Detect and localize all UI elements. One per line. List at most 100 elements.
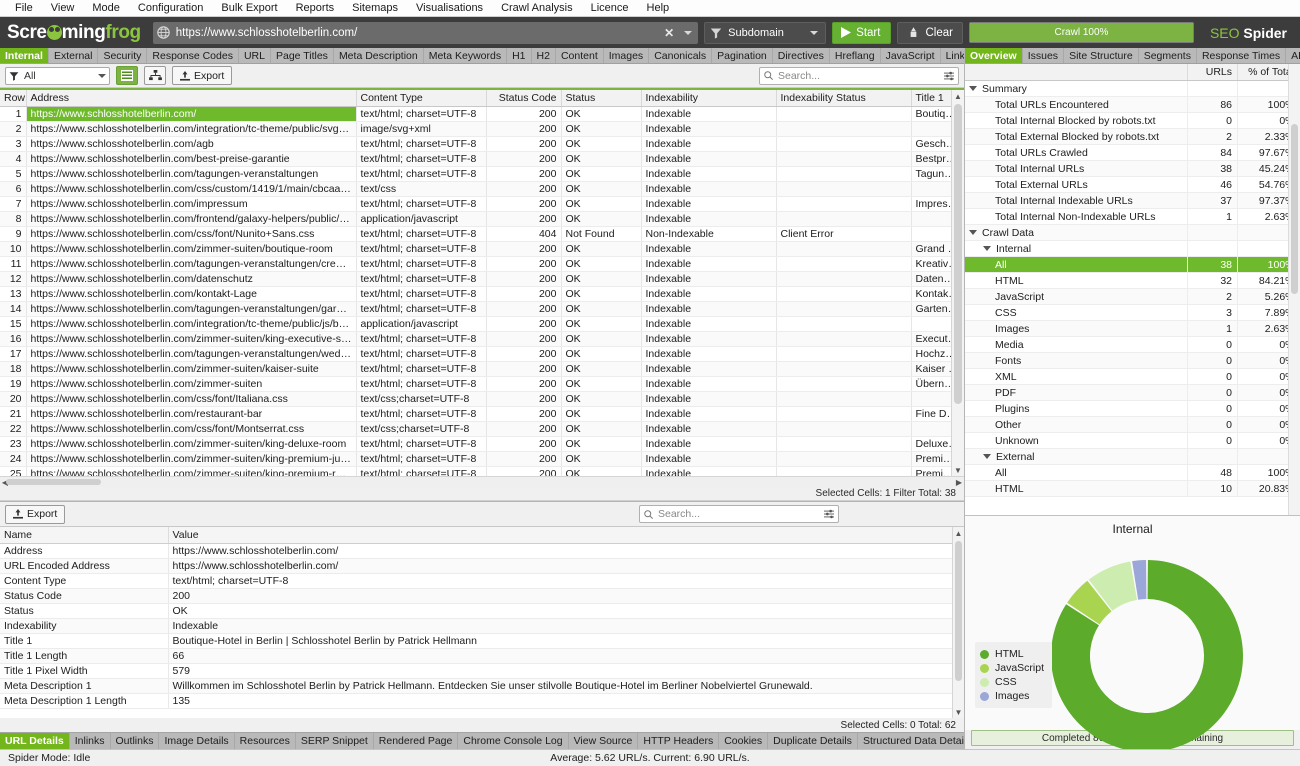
cell-row[interactable]: 7 (0, 196, 27, 212)
table-row[interactable]: 3 https://www.schlosshotelberlin.com/agb t… (0, 136, 964, 152)
overview-row[interactable]: PDF 0 0% (965, 384, 1300, 401)
cell-row[interactable]: 21 (0, 406, 27, 422)
tree-view-button[interactable] (144, 66, 166, 85)
table-row[interactable]: 18 https://www.schlosshotelberlin.com/zim… (0, 361, 964, 377)
detail-header-row[interactable]: Name Value (0, 527, 964, 544)
cell-address[interactable]: https://www.schlosshotelberlin.com/best-… (26, 151, 357, 167)
cell-indexability[interactable]: Indexable (641, 466, 777, 476)
cell-row[interactable]: 4 (0, 151, 27, 167)
detail-name-cell[interactable]: URL Encoded Address (0, 558, 169, 574)
cell-status-code[interactable]: 200 (486, 211, 562, 227)
column-header-indexability-status[interactable]: Indexability Status (776, 90, 912, 107)
cell-content-type[interactable]: text/html; charset=UTF-8 (356, 136, 487, 152)
cell-status-code[interactable]: 200 (486, 316, 562, 332)
cell-row[interactable]: 23 (0, 436, 27, 452)
cell-content-type[interactable]: application/javascript (356, 211, 487, 227)
table-row[interactable]: 24 https://www.schlosshotelberlin.com/zim… (0, 451, 964, 467)
cell-content-type[interactable]: text/html; charset=UTF-8 (356, 106, 487, 122)
cell-content-type[interactable]: text/html; charset=UTF-8 (356, 376, 487, 392)
cell-indexability[interactable]: Non-Indexable (641, 226, 777, 242)
detail-row[interactable]: Title 1 Pixel Width 579 (0, 663, 964, 679)
cell-status[interactable]: OK (561, 316, 642, 332)
right-tab-segments[interactable]: Segments (1139, 48, 1197, 63)
table-header-row[interactable]: Row Address Content Type Status Code Status I… (0, 90, 964, 107)
cell-content-type[interactable]: text/css (356, 181, 487, 197)
cell-status-code[interactable]: 200 (486, 121, 562, 137)
cell-status[interactable]: OK (561, 286, 642, 302)
cell-indexability-status[interactable]: Client Error (776, 226, 912, 242)
menu-item-configuration[interactable]: Configuration (129, 0, 212, 17)
overview-row[interactable]: Total Internal Indexable URLs 37 97.37% (965, 192, 1300, 209)
detail-name-cell[interactable]: Meta Description 1 Length (0, 693, 169, 709)
detail-name-cell[interactable]: Title 1 Pixel Width (0, 663, 169, 679)
cell-indexability-status[interactable] (776, 421, 912, 437)
overview-row[interactable]: Images 1 2.63% (965, 320, 1300, 337)
cell-content-type[interactable]: text/html; charset=UTF-8 (356, 286, 487, 302)
legend-item-css[interactable]: CSS (980, 675, 1044, 689)
cell-status[interactable]: OK (561, 391, 642, 407)
cell-address[interactable]: https://www.schlosshotelberlin.com/zimme… (26, 376, 357, 392)
overview-row[interactable]: Crawl Data (965, 224, 1300, 241)
tab-canonicals[interactable]: Canonicals (649, 48, 713, 63)
legend-item-html[interactable]: HTML (980, 647, 1044, 661)
table-row[interactable]: 7 https://www.schlosshotelberlin.com/impr… (0, 196, 964, 212)
bottom-tab-inlinks[interactable]: Inlinks (70, 733, 111, 749)
overview-row[interactable]: Plugins 0 0% (965, 400, 1300, 417)
cell-row[interactable]: 10 (0, 241, 27, 257)
cell-row[interactable]: 20 (0, 391, 27, 407)
tab-links[interactable]: Links (940, 48, 964, 63)
tab-internal[interactable]: Internal (0, 48, 49, 63)
table-row[interactable]: 15 https://www.schlosshotelberlin.com/int… (0, 316, 964, 332)
cell-indexability[interactable]: Indexable (641, 421, 777, 437)
overview-row[interactable]: HTML 10 20.83% (965, 480, 1300, 497)
url-history-chevron-down-icon[interactable] (684, 30, 693, 35)
bottom-tab-chrome-console-log[interactable]: Chrome Console Log (458, 733, 569, 749)
url-bar[interactable]: https://www.schlosshotelberlin.com/ ✕ (152, 21, 699, 44)
cell-address[interactable]: https://www.schlosshotelberlin.com/zimme… (26, 466, 357, 476)
cell-address[interactable]: https://www.schlosshotelberlin.com/daten… (26, 271, 357, 287)
detail-name-cell[interactable]: Address (0, 543, 169, 559)
cell-indexability-status[interactable] (776, 286, 912, 302)
cell-row[interactable]: 22 (0, 421, 27, 437)
cell-status[interactable]: OK (561, 436, 642, 452)
cell-indexability[interactable]: Indexable (641, 256, 777, 272)
overview-row[interactable]: XML 0 0% (965, 368, 1300, 385)
cell-row[interactable]: 19 (0, 376, 27, 392)
cell-row[interactable]: 17 (0, 346, 27, 362)
table-row[interactable]: 12 https://www.schlosshotelberlin.com/dat… (0, 271, 964, 287)
cell-status-code[interactable]: 200 (486, 301, 562, 317)
overview-row[interactable]: CSS 3 7.89% (965, 304, 1300, 321)
legend-item-images[interactable]: Images (980, 689, 1044, 703)
detail-value-cell[interactable]: text/html; charset=UTF-8 (168, 573, 964, 589)
table-row[interactable]: 21 https://www.schlosshotelberlin.com/res… (0, 406, 964, 422)
cell-status[interactable]: OK (561, 211, 642, 227)
column-header-address[interactable]: Address (26, 90, 357, 107)
cell-content-type[interactable]: text/html; charset=UTF-8 (356, 271, 487, 287)
menu-item-visualisations[interactable]: Visualisations (407, 0, 492, 17)
cell-address[interactable]: https://www.schlosshotelberlin.com/css/c… (26, 181, 357, 197)
cell-address[interactable]: https://www.schlosshotelberlin.com/zimme… (26, 451, 357, 467)
cell-row[interactable]: 3 (0, 136, 27, 152)
tab-external[interactable]: External (48, 48, 99, 63)
menu-item-sitemaps[interactable]: Sitemaps (343, 0, 407, 17)
filter-select[interactable]: All (5, 66, 110, 85)
menu-item-mode[interactable]: Mode (83, 0, 129, 17)
cell-content-type[interactable]: text/html; charset=UTF-8 (356, 436, 487, 452)
cell-row[interactable]: 9 (0, 226, 27, 242)
chevron-down-icon[interactable] (983, 246, 991, 252)
detail-row[interactable]: Status OK (0, 603, 964, 619)
cell-indexability[interactable]: Indexable (641, 331, 777, 347)
cell-address[interactable]: https://www.schlosshotelberlin.com/resta… (26, 406, 357, 422)
cell-status-code[interactable]: 200 (486, 331, 562, 347)
right-tab-response-times[interactable]: Response Times (1197, 48, 1287, 63)
cell-status-code[interactable]: 200 (486, 286, 562, 302)
cell-status-code[interactable]: 200 (486, 256, 562, 272)
table-row[interactable]: 5 https://www.schlosshotelberlin.com/tagu… (0, 166, 964, 182)
cell-content-type[interactable]: text/html; charset=UTF-8 (356, 361, 487, 377)
cell-row[interactable]: 13 (0, 286, 27, 302)
cell-row[interactable]: 6 (0, 181, 27, 197)
menu-item-help[interactable]: Help (638, 0, 679, 17)
detail-value-cell[interactable]: 579 (168, 663, 964, 679)
cell-content-type[interactable]: text/html; charset=UTF-8 (356, 466, 487, 476)
cell-address[interactable]: https://www.schlosshotelberlin.com/tagun… (26, 256, 357, 272)
